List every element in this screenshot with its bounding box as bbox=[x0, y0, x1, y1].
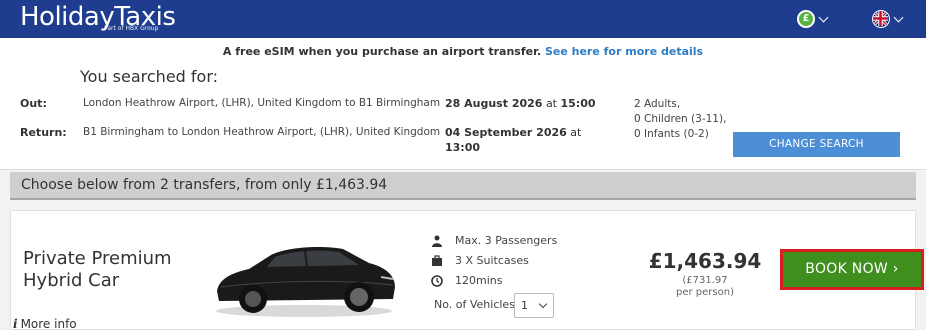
currency-icon: £ bbox=[797, 10, 815, 28]
per-person-amount: (£731.97 bbox=[682, 275, 728, 286]
uk-flag-icon bbox=[872, 10, 890, 28]
clock-icon bbox=[431, 275, 443, 287]
return-date: 04 September 2026 bbox=[445, 126, 567, 139]
promo-details-link[interactable]: See here for more details bbox=[545, 45, 703, 58]
out-datetime: 28 August 2026 at 15:00 bbox=[445, 96, 596, 111]
feature-passengers-text: Max. 3 Passengers bbox=[455, 234, 558, 247]
out-label: Out: bbox=[20, 97, 47, 110]
more-info-label: More info bbox=[20, 317, 77, 330]
return-datetime: 04 September 2026 at 13:00 bbox=[445, 125, 595, 155]
infants-count: 0 Infants (0-2) bbox=[634, 128, 709, 140]
per-person-label: per person) bbox=[676, 287, 734, 298]
out-at: at bbox=[545, 97, 557, 110]
out-date: 28 August 2026 bbox=[445, 97, 543, 110]
vehicle-name-line1: Private Premium bbox=[23, 248, 172, 269]
chevron-down-icon bbox=[538, 299, 548, 309]
suitcase-icon bbox=[432, 255, 442, 266]
currency-selector[interactable]: £ bbox=[797, 10, 831, 30]
passenger-summary: 2 Adults, 0 Children (3-11), 0 Infants (… bbox=[634, 97, 726, 142]
language-selector[interactable] bbox=[872, 10, 906, 30]
top-header: HolidayTaxis Part of HBX Group £ bbox=[0, 0, 926, 38]
per-person-price: (£731.97 per person) bbox=[645, 275, 765, 299]
transfer-card: Private Premium Hybrid Car i More info Ma… bbox=[10, 210, 924, 330]
change-search-button[interactable]: CHANGE SEARCH bbox=[733, 132, 900, 157]
vehicle-name-line2: Hybrid Car bbox=[23, 270, 120, 291]
search-heading: You searched for: bbox=[80, 67, 219, 86]
logo-subtitle: Part of HBX Group bbox=[104, 25, 159, 32]
promo-text: A free eSIM when you purchase an airport… bbox=[222, 45, 542, 58]
total-price: £1,463.94 bbox=[648, 249, 762, 273]
chevron-down-icon bbox=[818, 12, 829, 23]
more-info-link[interactable]: i More info bbox=[13, 317, 77, 330]
feature-suitcases-text: 3 X Suitcases bbox=[455, 254, 529, 267]
return-at: at bbox=[570, 126, 582, 139]
vehicles-select[interactable]: 1 bbox=[514, 293, 554, 318]
vehicle-name: Private Premium Hybrid Car bbox=[23, 248, 203, 292]
vehicle-image bbox=[216, 247, 395, 317]
book-now-highlight: BOOK NOW › bbox=[780, 249, 924, 290]
return-route: B1 Birmingham to London Heathrow Airport… bbox=[83, 126, 441, 138]
results-summary-bar: Choose below from 2 transfers, from only… bbox=[10, 172, 916, 200]
esim-promo: A free eSIM when you purchase an airport… bbox=[0, 45, 926, 58]
book-now-button[interactable]: BOOK NOW › bbox=[783, 252, 921, 287]
results-summary-text: Choose below from 2 transfers, from only… bbox=[21, 177, 388, 193]
feature-duration-text: 120mins bbox=[455, 274, 503, 287]
search-summary: A free eSIM when you purchase an airport… bbox=[0, 38, 926, 170]
chevron-down-icon bbox=[893, 12, 904, 23]
out-time: 15:00 bbox=[560, 97, 596, 110]
adults-count: 2 Adults, bbox=[634, 98, 681, 110]
out-route: London Heathrow Airport, (LHR), United K… bbox=[83, 97, 441, 109]
return-label: Return: bbox=[20, 126, 67, 139]
return-time: 13:00 bbox=[445, 141, 481, 154]
vehicles-label: No. of Vehicles bbox=[434, 298, 515, 311]
person-icon bbox=[432, 235, 442, 247]
children-count: 0 Children (3-11), bbox=[634, 113, 727, 125]
info-icon: i bbox=[13, 317, 18, 330]
vehicles-select-value: 1 bbox=[521, 299, 528, 312]
